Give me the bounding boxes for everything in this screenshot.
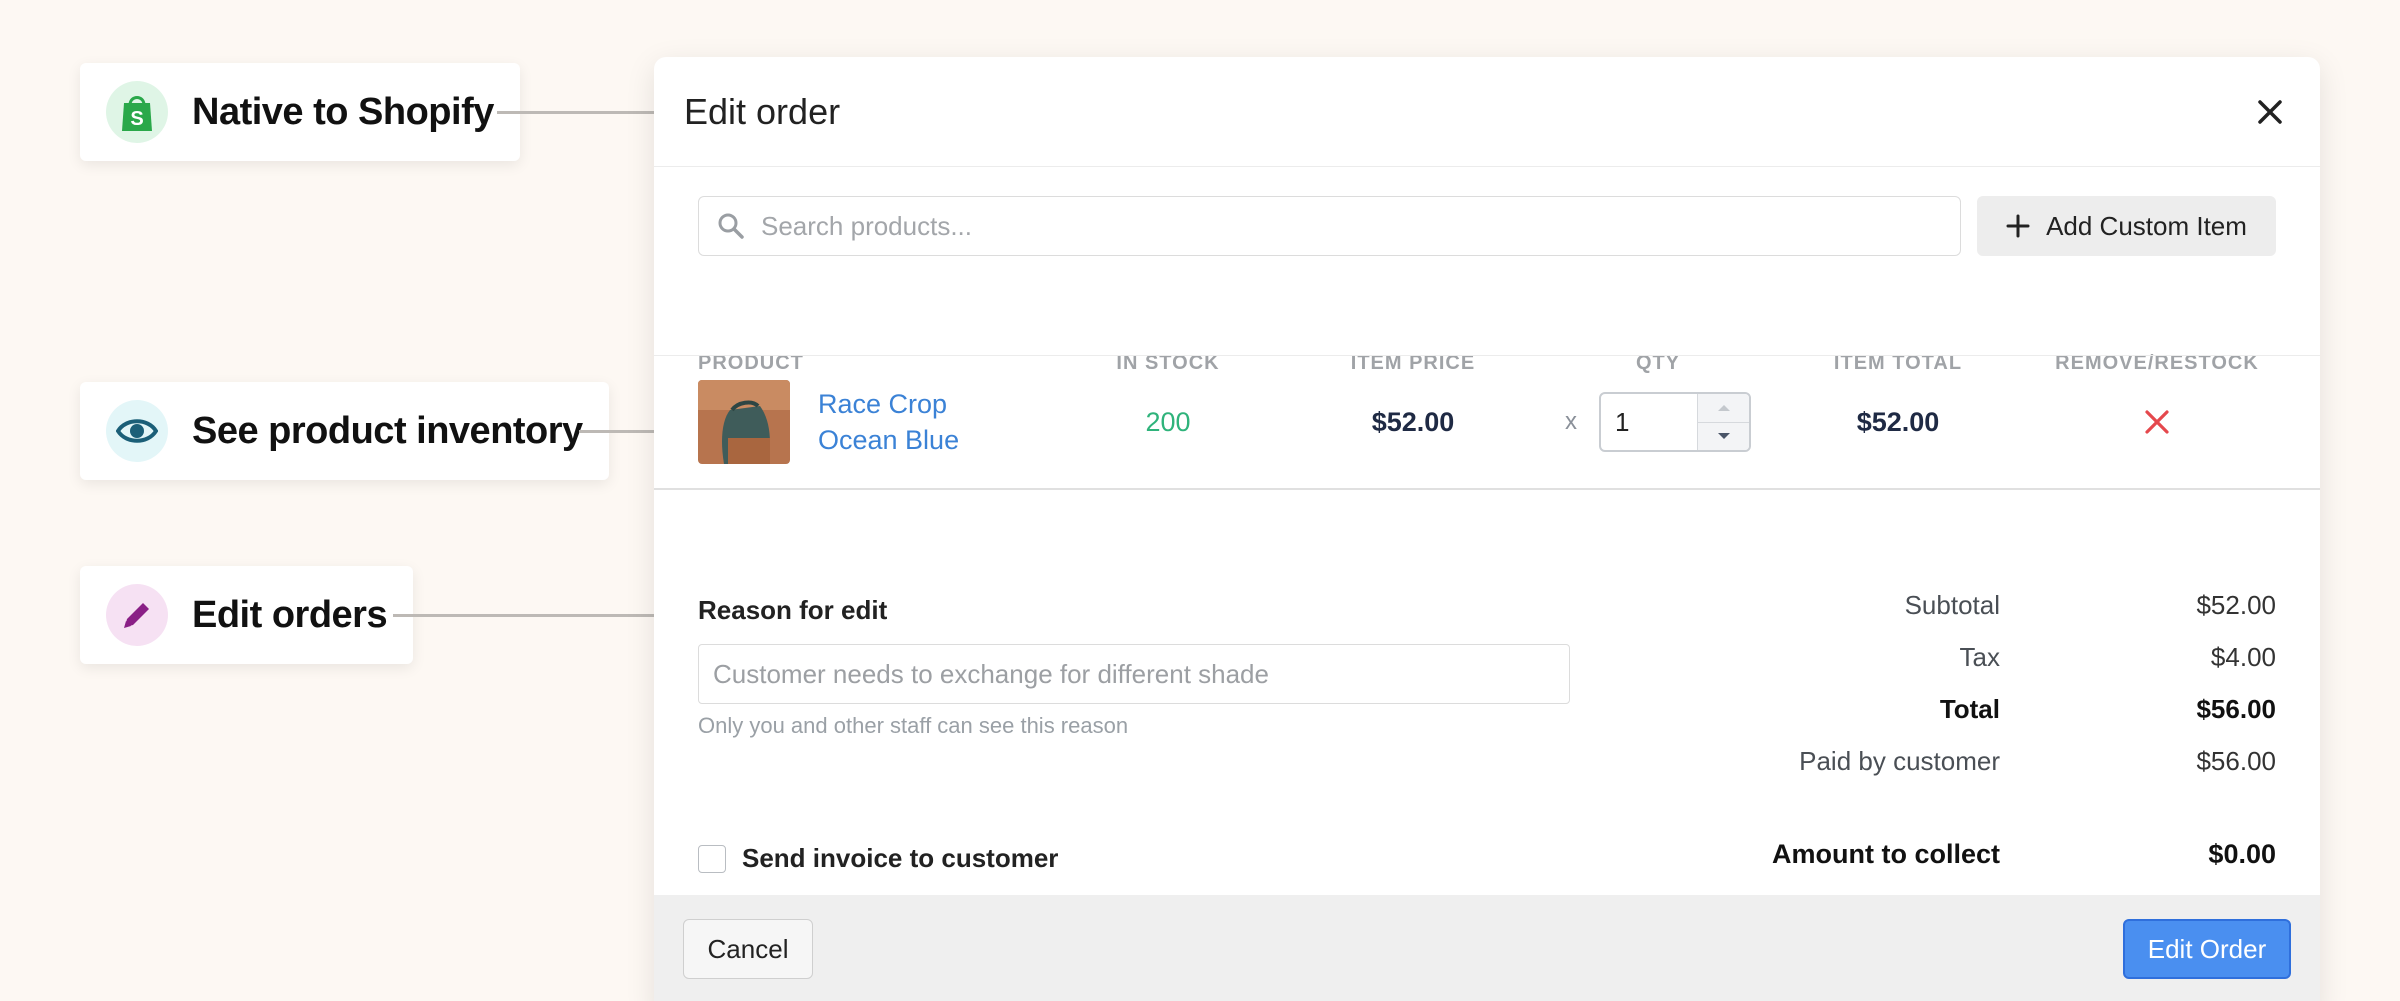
connector-line: [497, 111, 655, 114]
tax-row: Tax $4.00: [1634, 631, 2276, 683]
amount-to-collect-label: Amount to collect: [1772, 839, 2000, 869]
callout-native-to-shopify: S Native to Shopify: [80, 63, 520, 161]
callout-see-product-inventory: See product inventory: [80, 382, 609, 480]
product-thumbnail[interactable]: [698, 380, 790, 464]
total-label: Total: [1939, 693, 2000, 724]
table-row: Race Crop Ocean Blue 200 $52.00 x 1 $52.…: [654, 355, 2320, 490]
send-invoice-option[interactable]: Send invoice to customer: [698, 843, 1058, 874]
search-row: Add Custom Item: [698, 196, 2276, 256]
shopify-bag-icon: S: [122, 96, 152, 131]
eye-badge: [106, 400, 168, 462]
callout-edit-orders: Edit orders: [80, 566, 414, 664]
close-icon: [2145, 410, 2169, 434]
qty-spinner: [1697, 394, 1749, 450]
qty-cell: x 1: [1558, 392, 1758, 452]
qty-decrement-button[interactable]: [1698, 422, 1749, 450]
paid-label: Paid by customer: [1799, 745, 2000, 776]
search-input[interactable]: [761, 210, 1942, 242]
edit-order-modal: Edit order Add Custom Item PRODUCT IN ST…: [654, 57, 2320, 1001]
quantity-stepper[interactable]: 1: [1599, 392, 1751, 452]
close-icon: [2258, 99, 2282, 124]
reason-hint: Only you and other staff can see this re…: [698, 713, 1129, 738]
shopify-badge: S: [106, 81, 168, 143]
paid-row: Paid by customer $56.00: [1634, 735, 2276, 787]
product-variant: Ocean Blue: [818, 425, 960, 455]
chevron-down-icon: [1717, 433, 1730, 440]
qty-value[interactable]: 1: [1601, 394, 1697, 450]
eye-icon: [116, 419, 158, 443]
callout-label: See product inventory: [192, 409, 583, 452]
total-row: Total $56.00: [1634, 683, 2276, 735]
paid-value: $56.00: [2196, 745, 2276, 776]
svg-text:S: S: [130, 108, 143, 130]
subtotal-row: Subtotal $52.00: [1634, 579, 2276, 631]
connector-line: [579, 430, 655, 433]
callout-label: Native to Shopify: [192, 90, 494, 133]
modal-footer: [654, 895, 2320, 1001]
product-name: Race Crop: [818, 389, 948, 419]
search-box[interactable]: [698, 196, 1961, 256]
close-button[interactable]: [2250, 92, 2290, 132]
tax-label: Tax: [1959, 641, 2000, 672]
pencil-icon: [124, 603, 149, 628]
reason-input[interactable]: [698, 644, 1570, 704]
callout-label: Edit orders: [192, 593, 388, 636]
pencil-badge: [106, 584, 168, 646]
product-cell: Race Crop Ocean Blue: [698, 380, 1068, 464]
order-summary: Subtotal $52.00 Tax $4.00 Total $56.00 P…: [1634, 579, 2276, 787]
item-price-value: $52.00: [1371, 406, 1455, 437]
send-invoice-label: Send invoice to customer: [742, 843, 1059, 873]
chevron-up-icon: [1717, 404, 1730, 411]
qty-multiplier: x: [1565, 408, 1577, 435]
edit-order-button[interactable]: Edit Order: [2123, 919, 2291, 979]
modal-title: Edit order: [684, 90, 841, 132]
line-item: Race Crop Ocean Blue 200 $52.00 x 1 $52.…: [698, 356, 2276, 488]
tax-value: $4.00: [2210, 641, 2276, 672]
plus-icon: [2006, 214, 2030, 238]
total-value: $56.00: [2196, 693, 2276, 724]
send-invoice-checkbox[interactable]: [698, 844, 726, 873]
cancel-button[interactable]: Cancel: [683, 919, 813, 979]
subtotal-label: Subtotal: [1904, 589, 2000, 620]
in-stock-value: 200: [1145, 406, 1191, 437]
reason-label: Reason for edit: [698, 595, 888, 625]
product-name-link[interactable]: Race Crop Ocean Blue: [818, 386, 959, 458]
amount-to-collect-row: Amount to collect $0.00: [1634, 839, 2276, 870]
item-total-value: $52.00: [1856, 406, 1940, 437]
modal-header: Edit order: [654, 57, 2320, 167]
remove-item-button[interactable]: [2038, 410, 2276, 434]
amount-to-collect-value: $0.00: [2208, 839, 2276, 869]
qty-increment-button[interactable]: [1698, 394, 1749, 423]
add-custom-item-button[interactable]: Add Custom Item: [1977, 196, 2276, 256]
subtotal-value: $52.00: [2196, 589, 2276, 620]
connector-line: [393, 614, 655, 617]
add-custom-item-label: Add Custom Item: [2046, 210, 2247, 241]
search-icon: [718, 213, 744, 239]
